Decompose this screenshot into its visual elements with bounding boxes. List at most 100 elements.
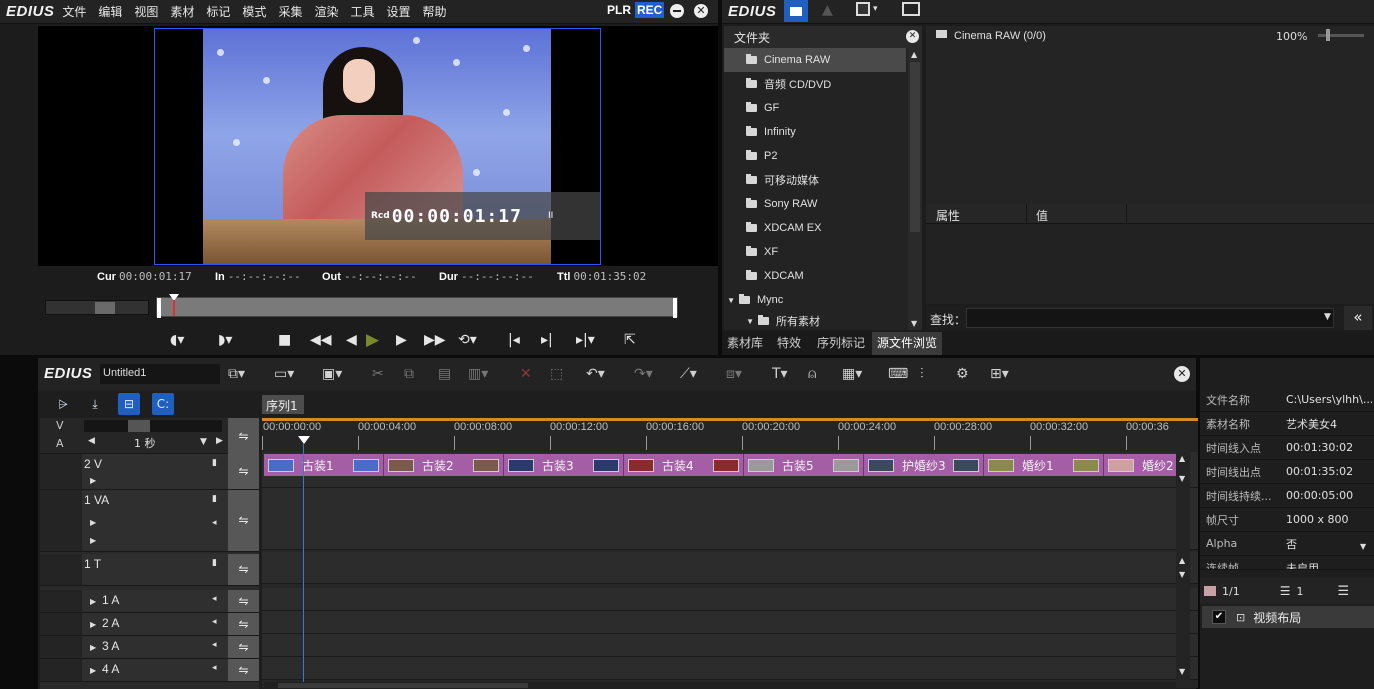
tab-source-browser[interactable]: 源文件浏览 [872, 332, 943, 355]
close-icon[interactable]: ✕ [694, 4, 708, 18]
redo-icon[interactable]: ↷▾ [634, 366, 653, 382]
search-input[interactable] [966, 308, 1334, 328]
audio-mute-icon[interactable]: ◂ [212, 594, 217, 604]
folder-item[interactable]: Cinema RAW [724, 48, 906, 72]
scale-dropdown-icon[interactable]: ▼ [200, 437, 207, 447]
tab-effects[interactable]: 特效 [772, 332, 806, 355]
folder-item[interactable]: ▼ 所有素材 [724, 312, 906, 330]
track-3a[interactable]: ▶ 3 A ◂ ⇋ [40, 636, 259, 659]
open-project-icon[interactable]: ▭▾ [274, 366, 294, 382]
audio-mute-icon[interactable]: ◂ [212, 640, 217, 650]
plr-button[interactable]: PLR [607, 3, 631, 17]
track-switch-icon[interactable]: ⇋ [228, 418, 259, 454]
shuttle-knob[interactable] [95, 302, 115, 314]
menu-list-icon[interactable]: ☰ [1337, 584, 1349, 599]
timeline-horizontal-scrollbar[interactable] [264, 682, 1176, 689]
scale-left-icon[interactable]: ◀ [88, 436, 95, 446]
shuttle-slider[interactable] [45, 300, 149, 315]
track-switch-icon[interactable]: ⇋ [228, 659, 259, 681]
track-1t[interactable]: 1 T ▮ ⇋ [40, 554, 259, 586]
folder-item[interactable]: XDCAM [724, 264, 906, 288]
folder-item[interactable]: XDCAM EX [724, 216, 906, 240]
menu-capture[interactable]: 采集 [272, 3, 308, 20]
menu-mode[interactable]: 模式 [236, 3, 272, 20]
video-mute-icon[interactable]: ▮ [212, 494, 217, 504]
menu-clip[interactable]: 素材 [164, 3, 200, 20]
expand-icon[interactable]: ▶ [90, 643, 96, 652]
track-4a[interactable]: ▶ 4 A ◂ ⇋ [40, 659, 259, 682]
view-mode-dropdown-icon[interactable]: ▾ [873, 4, 878, 14]
search-dropdown-icon[interactable]: ▼ [1324, 312, 1331, 322]
audio-mute-icon[interactable]: ◂ [212, 518, 217, 528]
expand-icon[interactable]: ▶ [90, 518, 96, 527]
folder-item[interactable]: 音频 CD/DVD [724, 72, 906, 96]
menu-edit[interactable]: 编辑 [92, 3, 128, 20]
folder-item[interactable]: 可移动媒体 [724, 168, 906, 192]
timeline-clip[interactable]: 古装1 [264, 454, 384, 476]
timeline-close-icon[interactable]: ✕ [1174, 366, 1190, 382]
cut-icon[interactable]: ✂ [372, 366, 384, 382]
timeline-vertical-scrollbar[interactable]: ▲ ▼ ▲ ▼ ▼ [1176, 452, 1190, 680]
play-icon[interactable]: ▶ [366, 325, 379, 355]
folder-item[interactable]: Infinity [724, 120, 906, 144]
menu-settings[interactable]: 设置 [380, 3, 416, 20]
expand-icon[interactable]: ▶ [90, 620, 96, 629]
track-switch-icon[interactable]: ⇋ [228, 490, 259, 551]
set-in-icon[interactable]: ◖▾ [170, 325, 184, 355]
render-icon[interactable]: ▦▾ [842, 366, 862, 382]
rewind-icon[interactable]: ◀◀ [310, 325, 332, 355]
timeline-clip[interactable]: 古装5 [744, 454, 864, 476]
track-1va[interactable]: 1 VA ▮ ◂ ▶ ▶ ⇋ [40, 490, 259, 552]
collapse-icon[interactable]: « [1344, 306, 1372, 330]
audio-mute-icon[interactable]: ◂ [212, 617, 217, 627]
stop-icon[interactable]: ■ [278, 325, 291, 355]
step-back-icon[interactable]: ◀ [346, 325, 357, 355]
zoom-bar[interactable] [84, 420, 222, 432]
snap-mode-icon[interactable]: C: [152, 393, 174, 415]
tab-sequence-markers[interactable]: 序列标记 [812, 332, 870, 355]
menu-help[interactable]: 帮助 [417, 3, 453, 20]
delete-icon[interactable]: ✕ [520, 366, 532, 382]
paste-icon[interactable]: ▤ [438, 366, 451, 382]
layout-icon[interactable]: ⊞▾ [990, 366, 1009, 382]
expand-icon[interactable]: ▶ [90, 476, 96, 485]
folder-item[interactable]: P2 [724, 144, 906, 168]
folder-item[interactable]: GF [724, 96, 906, 120]
title-icon[interactable]: T▾ [772, 366, 788, 382]
save-icon[interactable]: ▣▾ [322, 366, 342, 382]
expand-icon[interactable]: ▶ [90, 536, 96, 545]
track-switch-icon[interactable]: ⇋ [228, 590, 259, 612]
time-ruler[interactable]: 00:00:00:00 00:00:04:00 00:00:08:00 00:0… [262, 418, 1198, 452]
expand-icon[interactable]: ▶ [90, 666, 96, 675]
layout-checkbox[interactable]: ✔ [1212, 610, 1226, 624]
folder-view-icon[interactable] [784, 0, 808, 22]
paste-insert-icon[interactable]: ▥▾ [468, 366, 488, 382]
undo-icon[interactable]: ↶▾ [586, 366, 605, 382]
effects-icon[interactable]: ⚙ [956, 366, 969, 382]
folder-item[interactable]: ▼ Mync [724, 288, 906, 312]
rec-button[interactable]: REC [635, 2, 665, 18]
keyboard-icon[interactable]: ⌨ [888, 366, 908, 382]
expand-icon[interactable]: ▼ [724, 296, 735, 305]
view-mode-icon[interactable] [856, 2, 870, 16]
tracks-area[interactable] [262, 452, 1198, 688]
insert-to-timeline-icon[interactable]: ▸|▾ [576, 325, 595, 355]
loop-icon[interactable]: ⟲▾ [458, 325, 477, 355]
copy-icon[interactable]: ⧉ [404, 366, 414, 382]
video-mute-icon[interactable]: ▮ [212, 558, 217, 568]
track-2a[interactable]: ▶ 2 A ◂ ⇋ [40, 613, 259, 636]
track-switch-icon[interactable]: ⇋ [228, 613, 259, 635]
set-out-icon[interactable]: ◗▾ [218, 325, 232, 355]
layer-list-icon[interactable]: ☰ [1280, 584, 1291, 598]
goto-prev-edit-icon[interactable]: |◂ [508, 325, 520, 355]
timeline-clip[interactable]: 古装4 [624, 454, 744, 476]
transition-icon[interactable]: ⧈▾ [726, 366, 742, 382]
sync-lock-icon[interactable]: ⊟ [118, 393, 140, 415]
menu-tools[interactable]: 工具 [344, 3, 380, 20]
ripple-mode-icon[interactable]: ⤓ [84, 393, 106, 415]
menu-file[interactable]: 文件 [56, 3, 92, 20]
add-cut-icon[interactable]: ⟋▾ [680, 366, 697, 382]
export-icon[interactable]: ⇱ [624, 325, 636, 355]
expand-icon[interactable]: ▼ [724, 317, 754, 326]
fast-forward-icon[interactable]: ▶▶ [424, 325, 446, 355]
